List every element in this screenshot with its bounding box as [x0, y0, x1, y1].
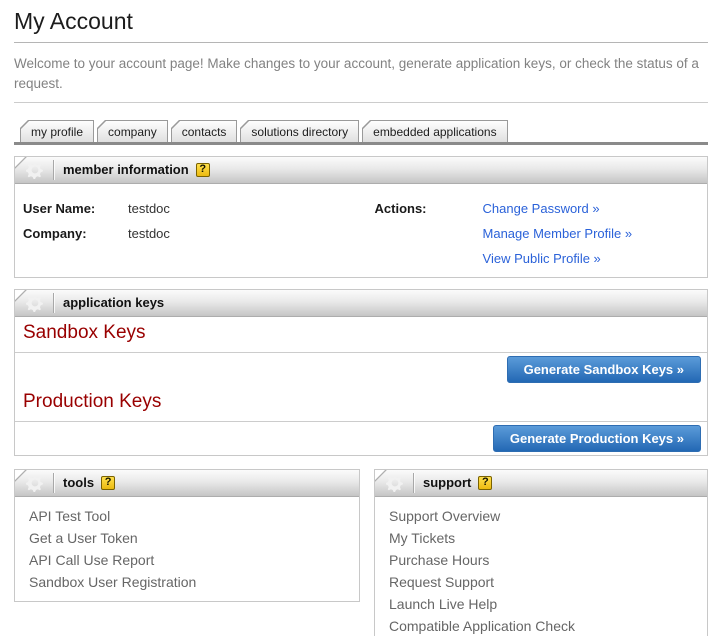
section-title: application keys	[63, 295, 164, 310]
sandbox-keys-row: Generate Sandbox Keys »	[15, 353, 707, 386]
compatible-application-check-link[interactable]: Compatible Application Check	[389, 615, 693, 636]
tab-label: contacts	[182, 125, 227, 139]
section-title: support	[423, 475, 471, 490]
header-divider	[53, 293, 54, 313]
view-public-profile-link[interactable]: View Public Profile »	[483, 250, 633, 267]
bottom-sections: tools ? API Test Tool Get a User Token A…	[14, 469, 708, 636]
change-password-link[interactable]: Change Password »	[483, 200, 633, 217]
support-section: support ? Support Overview My Tickets Pu…	[374, 469, 708, 636]
generate-production-keys-button[interactable]: Generate Production Keys »	[493, 425, 701, 452]
field-label: Company:	[23, 225, 128, 242]
gear-icon	[26, 474, 44, 492]
tools-header: tools ?	[15, 470, 359, 497]
sandbox-user-registration-link[interactable]: Sandbox User Registration	[29, 571, 345, 593]
my-tickets-link[interactable]: My Tickets	[389, 527, 693, 549]
tab-label: solutions directory	[251, 125, 348, 139]
gear-icon	[26, 294, 44, 312]
get-user-token-link[interactable]: Get a User Token	[29, 527, 345, 549]
actions-label: Actions:	[375, 200, 483, 267]
tab-strip: my profile company contacts solutions di…	[14, 120, 708, 145]
tab-company[interactable]: company	[97, 120, 168, 142]
request-support-link[interactable]: Request Support	[389, 571, 693, 593]
generate-sandbox-keys-button[interactable]: Generate Sandbox Keys »	[507, 356, 701, 383]
api-call-use-report-link[interactable]: API Call Use Report	[29, 549, 345, 571]
actions-links: Change Password » Manage Member Profile …	[483, 200, 633, 267]
member-fields: User Name:testdoc Company:testdoc	[23, 200, 375, 267]
header-divider	[413, 473, 414, 493]
production-keys-heading: Production Keys	[15, 386, 707, 422]
member-information-section: member information ? User Name:testdoc C…	[14, 156, 708, 278]
tools-links: API Test Tool Get a User Token API Call …	[15, 497, 359, 601]
header-divider	[53, 160, 54, 180]
tab-embedded-applications[interactable]: embedded applications	[362, 120, 507, 142]
tab-label: my profile	[31, 125, 83, 139]
tab-label: embedded applications	[373, 125, 496, 139]
header-divider	[53, 473, 54, 493]
member-information-content: User Name:testdoc Company:testdoc Action…	[15, 184, 707, 277]
tools-section: tools ? API Test Tool Get a User Token A…	[14, 469, 360, 602]
application-keys-section: application keys Sandbox Keys Generate S…	[14, 289, 708, 456]
section-title: tools	[63, 475, 94, 490]
launch-live-help-link[interactable]: Launch Live Help	[389, 593, 693, 615]
section-title: member information	[63, 162, 189, 177]
tab-contacts[interactable]: contacts	[171, 120, 238, 142]
field-row-username: User Name:testdoc	[23, 200, 375, 217]
help-icon[interactable]: ?	[101, 476, 115, 490]
field-value: testdoc	[128, 201, 170, 216]
application-keys-header: application keys	[15, 290, 707, 317]
field-row-company: Company:testdoc	[23, 225, 375, 242]
tab-solutions-directory[interactable]: solutions directory	[240, 120, 359, 142]
gear-icon	[386, 474, 404, 492]
manage-member-profile-link[interactable]: Manage Member Profile »	[483, 225, 633, 242]
member-information-header: member information ?	[15, 157, 707, 184]
field-label: User Name:	[23, 200, 128, 217]
api-test-tool-link[interactable]: API Test Tool	[29, 505, 345, 527]
my-account-page: My Account Welcome to your account page!…	[0, 8, 722, 636]
support-overview-link[interactable]: Support Overview	[389, 505, 693, 527]
production-keys-row: Generate Production Keys »	[15, 422, 707, 455]
sandbox-keys-heading: Sandbox Keys	[15, 317, 707, 353]
tab-my-profile[interactable]: my profile	[20, 120, 94, 142]
field-value: testdoc	[128, 226, 170, 241]
help-icon[interactable]: ?	[196, 163, 210, 177]
tab-label: company	[108, 125, 157, 139]
page-title: My Account	[14, 8, 708, 35]
help-icon[interactable]: ?	[478, 476, 492, 490]
member-actions: Actions: Change Password » Manage Member…	[375, 200, 699, 267]
support-links: Support Overview My Tickets Purchase Hou…	[375, 497, 707, 636]
welcome-divider	[14, 102, 708, 103]
welcome-text: Welcome to your account page! Make chang…	[14, 54, 708, 95]
title-divider	[14, 42, 708, 43]
gear-icon	[26, 161, 44, 179]
support-header: support ?	[375, 470, 707, 497]
purchase-hours-link[interactable]: Purchase Hours	[389, 549, 693, 571]
